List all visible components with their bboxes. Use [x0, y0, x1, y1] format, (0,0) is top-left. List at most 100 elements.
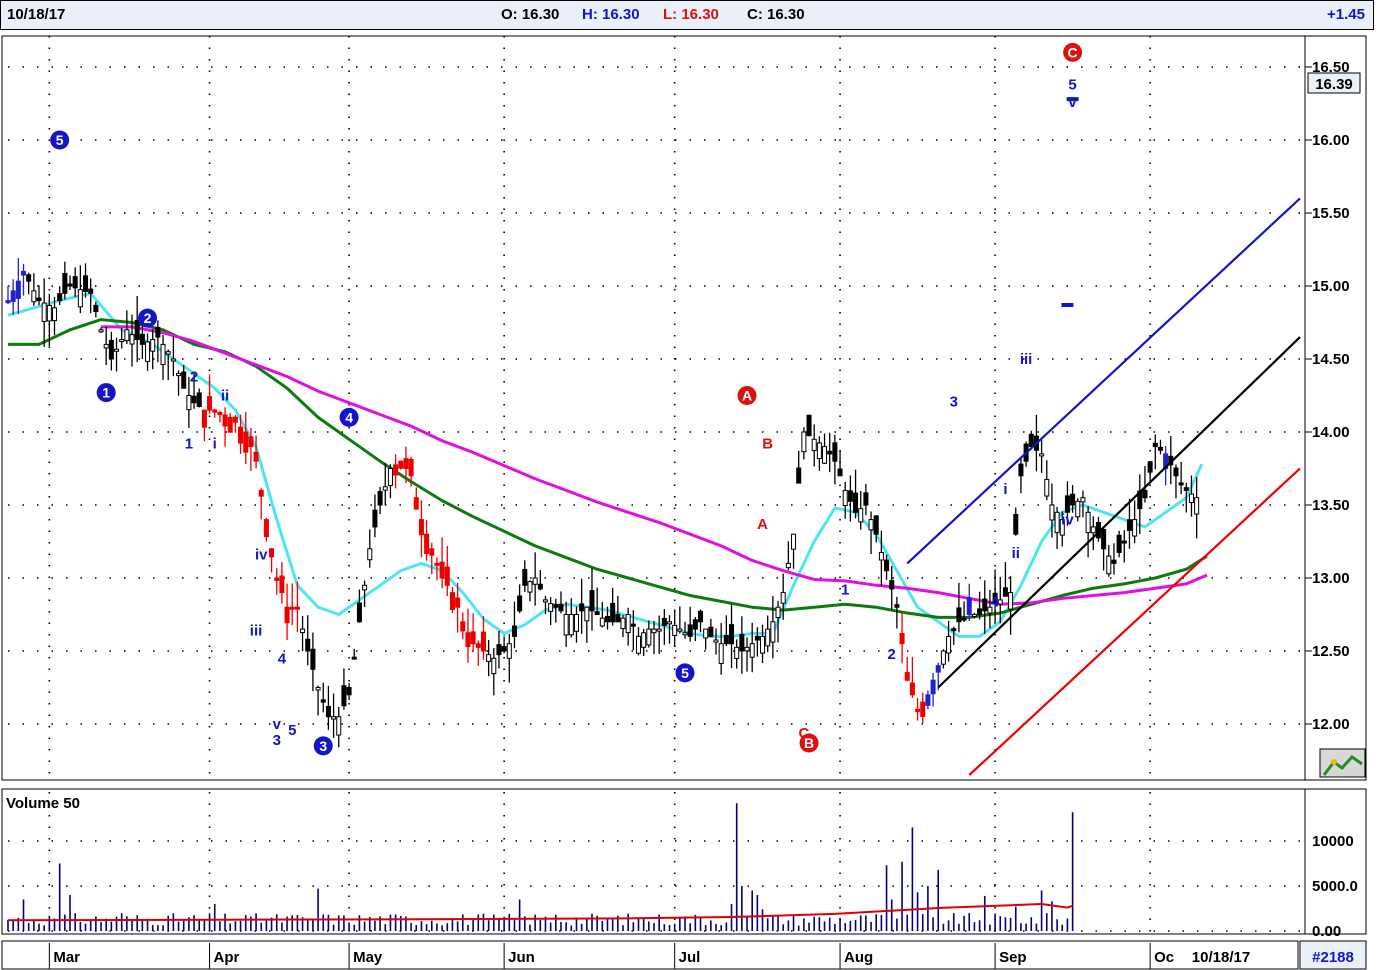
candle-body — [785, 562, 791, 569]
candle-body — [331, 716, 337, 720]
candle-body — [915, 708, 921, 712]
y-tick-label: 15.00 — [1312, 278, 1350, 295]
candle-body — [858, 508, 864, 523]
candle-body — [734, 646, 740, 659]
candle-body — [145, 341, 151, 362]
candle-body — [150, 339, 156, 352]
candle — [398, 460, 404, 470]
wave-label-circle: C — [1063, 42, 1083, 62]
wave-label-circle: 5 — [50, 130, 70, 150]
candle-body — [837, 468, 843, 477]
y-tick-label: 12.00 — [1312, 716, 1350, 733]
candle-body — [455, 597, 461, 608]
candle-body — [424, 533, 430, 554]
candle-body — [687, 624, 693, 637]
candle-body — [160, 343, 166, 366]
target-mark — [1061, 302, 1074, 307]
candle-body — [604, 615, 611, 623]
candle-body — [801, 431, 807, 453]
candle-body — [822, 446, 828, 464]
candle-body — [1178, 482, 1184, 486]
candle-body — [1194, 497, 1200, 515]
chart-thumbnail-icon[interactable] — [1319, 748, 1366, 778]
candle-body — [305, 638, 311, 652]
candle-body — [625, 614, 631, 634]
candle-body — [806, 414, 812, 437]
month-label: Mar — [53, 949, 80, 966]
candle — [806, 414, 812, 437]
wave-label: 4 — [991, 593, 1000, 610]
candle-body — [780, 592, 786, 604]
candle-body — [537, 583, 543, 590]
candle-body — [398, 460, 404, 469]
wave-circle-label: C — [1068, 44, 1078, 60]
month-label: Oc — [1154, 949, 1174, 966]
candle-body — [377, 491, 383, 506]
candle-body — [46, 304, 52, 322]
wave-label-circle: 2 — [138, 308, 158, 328]
candle-body — [475, 643, 481, 648]
candle-body — [956, 607, 962, 623]
candle-body — [346, 687, 352, 696]
candle-body — [548, 603, 554, 612]
candle-body — [93, 304, 99, 313]
y-tick-label: 12.50 — [1312, 643, 1350, 660]
candle-body — [1101, 528, 1107, 550]
candle-body — [72, 276, 78, 289]
candle-body — [263, 519, 269, 538]
candle-body — [532, 577, 538, 585]
candle-body — [889, 580, 895, 590]
candle-body — [269, 548, 275, 558]
candle-body — [853, 492, 859, 513]
month-label: Apr — [214, 949, 240, 966]
candle-body — [294, 606, 300, 610]
candle-body — [1157, 446, 1163, 451]
wave-label-circle: 4 — [339, 407, 359, 427]
wave-circle-label: A — [742, 388, 752, 404]
candle-body — [971, 614, 977, 617]
candle-body — [1085, 511, 1091, 534]
candle-body — [387, 468, 393, 486]
candle-body — [677, 628, 683, 632]
candle-body — [77, 289, 83, 308]
candle-body — [517, 595, 523, 612]
candle-body — [729, 624, 735, 645]
candle-body — [124, 329, 130, 342]
candle-body — [336, 716, 342, 736]
candle-body — [873, 515, 879, 535]
candle-body — [708, 626, 714, 637]
candle-body — [940, 650, 946, 665]
candle-body — [656, 628, 662, 632]
candle-body — [982, 598, 988, 612]
candle-body — [1173, 467, 1179, 477]
candle-body — [408, 458, 414, 477]
candle-body — [630, 623, 636, 627]
chart-id: #2188 — [1312, 949, 1354, 966]
candle-body — [816, 442, 822, 460]
price-chart[interactable]: 512345ABC21iiiiviii4v35324iiiiiiiv5vBAC1… — [0, 0, 1400, 970]
candle-body — [796, 467, 802, 484]
candle-body — [88, 288, 94, 294]
wave-label: 1 — [185, 436, 193, 453]
candle-body — [899, 632, 905, 645]
candle-body — [1044, 478, 1050, 497]
candle-body — [134, 319, 140, 341]
candle-body — [847, 490, 853, 502]
candle-body — [672, 624, 678, 636]
wave-circle-label: 2 — [144, 310, 152, 326]
candle-body — [320, 699, 326, 703]
volume-tick-label: 0.00 — [1312, 923, 1341, 940]
candle-body — [1152, 442, 1158, 448]
wave-circle-label: 3 — [319, 738, 327, 754]
candle-body — [904, 672, 910, 681]
wave-label: ii — [1012, 545, 1020, 562]
candle-body — [429, 548, 435, 556]
candle-body — [1121, 540, 1127, 544]
candle-body — [310, 648, 316, 670]
candle-body — [300, 628, 306, 634]
candle-body — [1054, 511, 1060, 534]
candle-body — [620, 617, 626, 630]
candle-body — [770, 621, 776, 643]
candle-body — [98, 329, 104, 333]
candle-body — [920, 701, 926, 717]
